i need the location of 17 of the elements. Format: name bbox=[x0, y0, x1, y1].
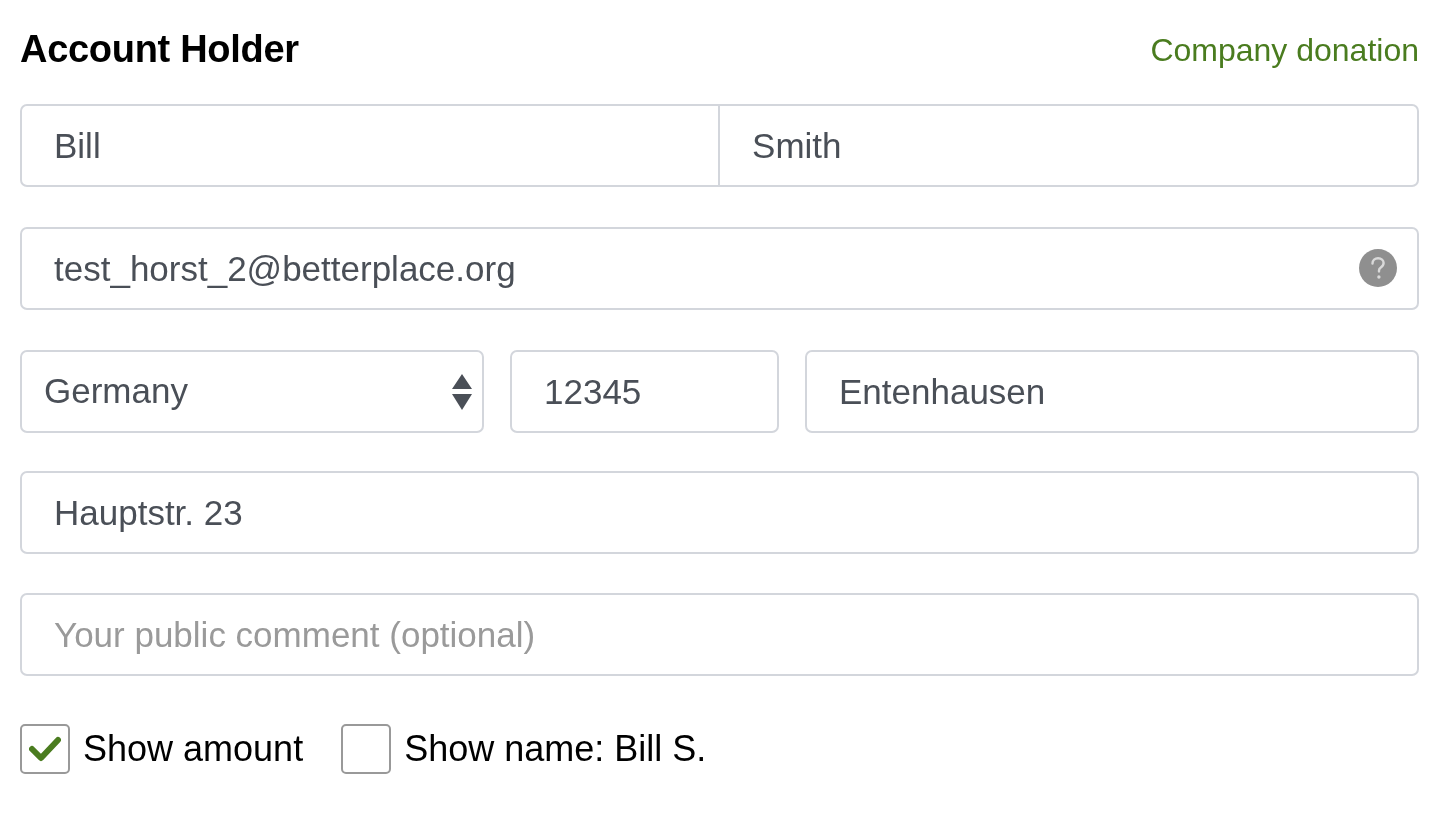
checkbox-label[interactable]: Show amount bbox=[83, 722, 304, 776]
company-donation-link[interactable]: Company donation bbox=[1150, 26, 1419, 74]
checkbox-label[interactable]: Show name: Bill S. bbox=[404, 722, 707, 776]
comment-field[interactable]: Your public comment (optional) bbox=[20, 593, 1419, 676]
help-icon[interactable] bbox=[1359, 249, 1397, 287]
first-name-field[interactable]: Bill bbox=[20, 104, 721, 187]
checkbox[interactable] bbox=[20, 724, 70, 774]
last-name-field[interactable]: Smith bbox=[720, 104, 1419, 187]
country-select[interactable]: Germany bbox=[20, 350, 484, 433]
sort-arrows-icon bbox=[452, 374, 472, 410]
checkbox[interactable] bbox=[341, 724, 392, 774]
email-field[interactable]: test_horst_2@betterplace.org bbox=[20, 227, 1419, 310]
city-field[interactable]: Entenhausen bbox=[805, 350, 1419, 433]
zip-field[interactable]: 12345 bbox=[510, 350, 779, 433]
street-field[interactable]: Hauptstr. 23 bbox=[20, 471, 1419, 554]
check-icon bbox=[29, 736, 61, 762]
section-title: Account Holder bbox=[20, 29, 299, 71]
